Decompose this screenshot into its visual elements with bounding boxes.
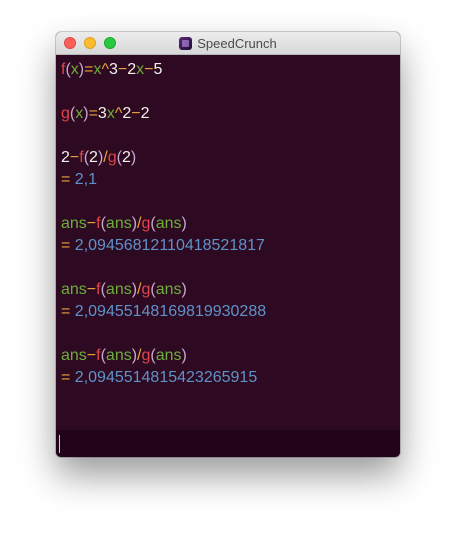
token-operator: ^ (101, 61, 109, 78)
token-variable: ans (105, 215, 132, 232)
history-expression[interactable]: g(x)=3x^2−2 (61, 103, 400, 125)
window-title: SpeedCrunch (197, 35, 277, 51)
token-operator: − (86, 215, 97, 232)
token-paren: ) (130, 149, 137, 166)
token-variable: ans (155, 347, 182, 364)
history-expression[interactable]: ans−f(ans)/g(ans) (61, 213, 400, 235)
result-value: 2,0945514815423265915 (74, 369, 258, 386)
token-operator: = (88, 105, 98, 122)
token-variable: ans (155, 281, 182, 298)
token-operator: − (69, 149, 80, 166)
history-result[interactable]: = 2,09455148169819930288 (61, 301, 400, 323)
token-operator: − (131, 105, 141, 122)
token-variable: x (70, 61, 79, 78)
token-operator: − (117, 61, 128, 78)
token-paren: ) (181, 281, 187, 298)
token-number: 2 (89, 149, 98, 166)
token-number: 2 (127, 61, 137, 78)
history-expression[interactable]: f(x)=x^3−2x−5 (61, 59, 400, 81)
result-equals: = (61, 237, 75, 254)
result-equals: = (61, 171, 75, 188)
token-number: 3 (97, 105, 107, 122)
result-value: 2,09456812110418521817 (74, 237, 265, 254)
result-equals: = (61, 303, 75, 320)
token-variable: ans (105, 347, 132, 364)
token-paren: ) (181, 347, 187, 364)
token-variable: ans (61, 281, 87, 298)
token-variable: ans (61, 215, 87, 232)
result-value: 2,09455148169819930288 (74, 303, 267, 320)
results-display[interactable]: f(x)=x^3−2x−5 g(x)=3x^2−2 2−f(2)/g(2) = 2,1… (56, 55, 400, 430)
token-number: 2 (140, 105, 150, 122)
token-variable: x (136, 61, 145, 78)
token-number: 3 (108, 61, 118, 78)
history-result[interactable]: = 2,0945514815423265915 (61, 367, 400, 389)
speedcrunch-window: SpeedCrunch f(x)=x^3−2x−5 g(x)=3x^2−2 2−f(… (56, 32, 400, 457)
token-variable: ans (155, 215, 182, 232)
token-variable: x (106, 105, 115, 122)
token-paren: ) (181, 215, 187, 232)
title-bar: SpeedCrunch (56, 32, 400, 55)
speedcrunch-app-icon (179, 36, 193, 50)
expression-editor[interactable] (56, 430, 400, 457)
token-number: 2 (61, 149, 70, 166)
history-result[interactable]: = 2,1 (61, 169, 400, 191)
token-number: 2 (121, 149, 131, 166)
window-title-group: SpeedCrunch (56, 32, 400, 54)
history-result[interactable]: = 2,09456812110418521817 (61, 235, 400, 257)
history-expression[interactable]: ans−f(ans)/g(ans) (61, 279, 400, 301)
token-variable: ans (61, 347, 87, 364)
token-function: g (107, 149, 117, 166)
history-expression[interactable]: 2−f(2)/g(2) (61, 147, 400, 169)
text-cursor (59, 435, 60, 453)
token-number: 5 (153, 61, 163, 78)
token-operator: − (86, 281, 97, 298)
token-operator: − (86, 347, 97, 364)
history-expression[interactable]: ans−f(ans)/g(ans) (61, 345, 400, 367)
result-equals: = (61, 369, 75, 386)
token-number: 2 (122, 105, 132, 122)
token-function: g (61, 105, 70, 122)
result-value: 2,1 (74, 171, 98, 188)
token-variable: ans (105, 281, 132, 298)
